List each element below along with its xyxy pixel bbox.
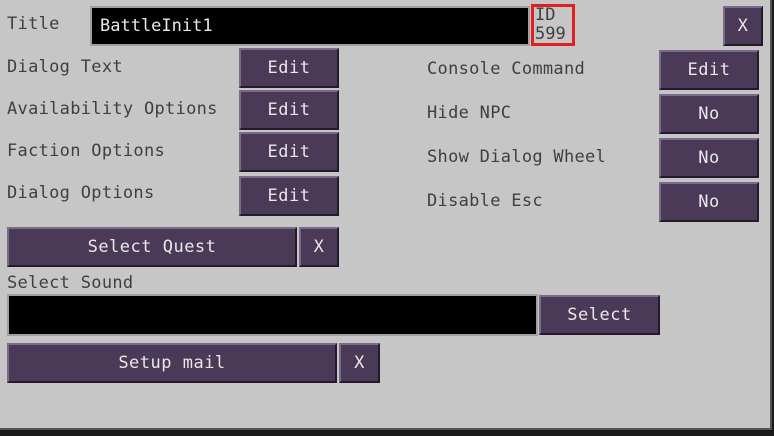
id-value: 599: [535, 24, 566, 44]
dialog-text-label: Dialog Text: [7, 57, 123, 77]
id-display: ID 599: [535, 6, 566, 44]
hide-npc-label: Hide NPC: [427, 103, 512, 123]
select-quest-button[interactable]: Select Quest: [7, 227, 297, 267]
faction-options-edit-button[interactable]: Edit: [239, 132, 339, 172]
id-label: ID: [535, 5, 556, 25]
availability-options-label: Availability Options: [7, 99, 218, 119]
show-dialog-wheel-label: Show Dialog Wheel: [427, 147, 607, 167]
disable-esc-label: Disable Esc: [427, 191, 543, 211]
hide-npc-toggle[interactable]: No: [659, 94, 759, 134]
show-dialog-wheel-toggle[interactable]: No: [659, 138, 759, 178]
dialog-text-edit-button[interactable]: Edit: [239, 48, 339, 88]
sound-input[interactable]: [7, 294, 538, 336]
console-command-label: Console Command: [427, 59, 586, 79]
clear-quest-button[interactable]: X: [299, 227, 339, 267]
select-sound-label: Select Sound: [7, 273, 134, 293]
close-button[interactable]: X: [723, 6, 763, 46]
select-sound-button[interactable]: Select: [539, 295, 660, 335]
dialog-options-edit-button[interactable]: Edit: [239, 176, 339, 216]
faction-options-label: Faction Options: [7, 141, 166, 161]
console-command-edit-button[interactable]: Edit: [659, 50, 759, 90]
clear-mail-button[interactable]: X: [339, 343, 380, 383]
dialog-options-label: Dialog Options: [7, 183, 155, 203]
title-label: Title: [7, 14, 60, 34]
dialog-editor-panel: Title BattleInit1 ID 599 X Dialog Text E…: [0, 0, 772, 430]
availability-options-edit-button[interactable]: Edit: [239, 90, 339, 130]
title-input[interactable]: BattleInit1: [90, 6, 530, 46]
disable-esc-toggle[interactable]: No: [659, 182, 759, 222]
setup-mail-button[interactable]: Setup mail: [7, 343, 337, 383]
